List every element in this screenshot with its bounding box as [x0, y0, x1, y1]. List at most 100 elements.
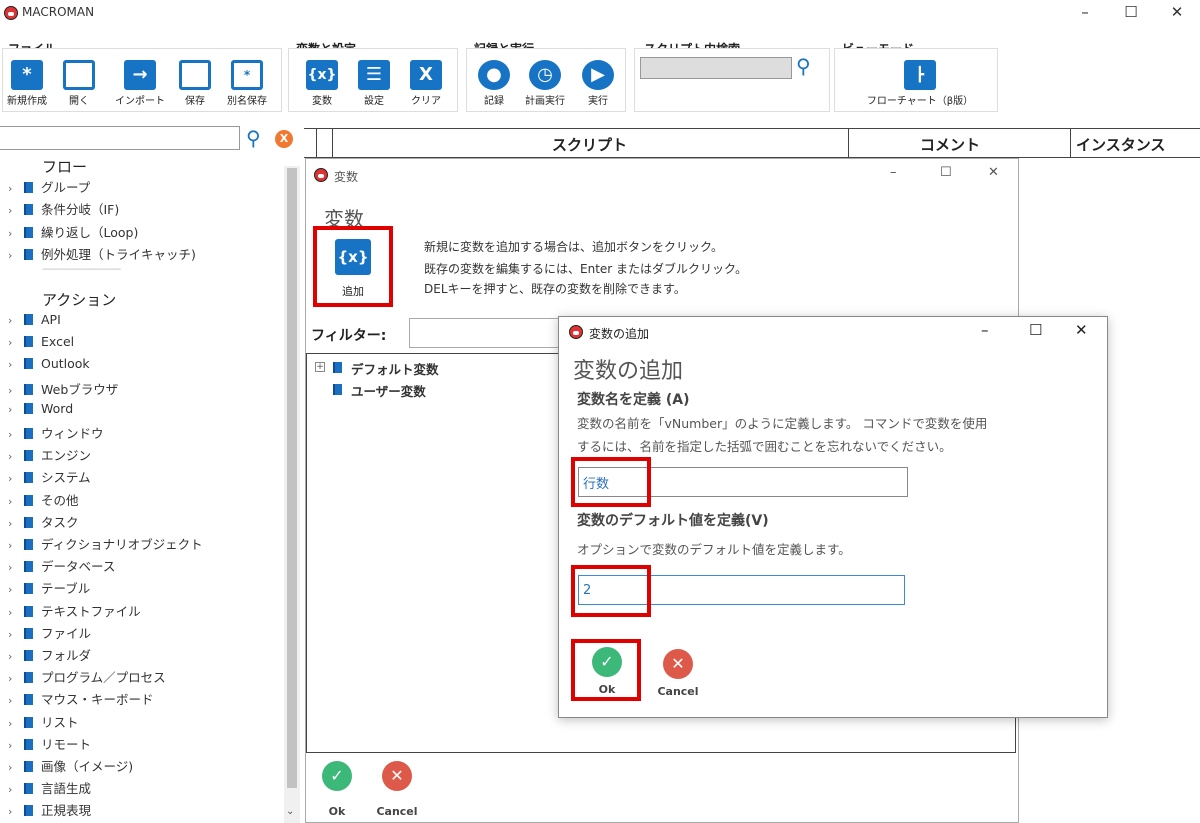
dialog-minimize-icon[interactable]: – — [890, 165, 897, 180]
action-item[interactable]: › リスト — [8, 712, 79, 732]
clear-button[interactable]: X クリア — [406, 60, 446, 107]
action-item[interactable]: › プログラム／プロセス — [8, 667, 166, 687]
chevron-right-icon[interactable]: › — [8, 384, 24, 397]
tree-user-vars[interactable]: ユーザー変数 — [351, 381, 426, 400]
add-dialog-close-icon[interactable]: ✕ — [1075, 321, 1088, 339]
clear-search-icon[interactable]: X — [275, 130, 293, 148]
open-button[interactable]: 開く — [58, 60, 100, 107]
action-item[interactable]: › ファイル — [8, 623, 91, 643]
chevron-right-icon[interactable]: › — [8, 672, 24, 685]
flow-item[interactable]: › 条件分岐（IF) — [8, 199, 119, 219]
col-script[interactable]: スクリプト — [552, 134, 627, 155]
add-dialog-maximize-icon[interactable]: ☐ — [1029, 321, 1042, 339]
add-ok-button[interactable]: ✓ Ok — [589, 647, 625, 696]
flow-item[interactable]: › グループ — [8, 177, 90, 197]
chevron-right-icon[interactable]: › — [8, 739, 24, 752]
dialog-maximize-icon[interactable]: ☐ — [940, 165, 952, 180]
settings-button[interactable]: ☰ 設定 — [356, 60, 392, 107]
action-item[interactable]: › システム — [8, 467, 91, 487]
sidebar-scroll-thumb[interactable] — [287, 168, 297, 788]
action-item[interactable]: › ディクショナリオブジェクト — [8, 534, 203, 554]
chevron-right-icon[interactable]: › — [8, 561, 24, 574]
book-icon — [24, 494, 33, 506]
dialog-logo-icon — [314, 168, 328, 182]
import-button[interactable]: → インポート — [112, 60, 168, 107]
action-item[interactable]: › Word — [8, 401, 73, 421]
action-item[interactable]: › ウィンドウ — [8, 423, 104, 443]
action-item[interactable]: › テキストファイル — [8, 601, 141, 621]
chevron-right-icon[interactable]: › — [8, 249, 24, 262]
chevron-right-icon[interactable]: › — [8, 805, 24, 818]
add-variable-icon[interactable]: {x} — [335, 239, 371, 275]
chevron-right-icon[interactable]: › — [8, 204, 24, 217]
schedule-button[interactable]: ◷ 計画実行 — [520, 60, 570, 107]
chevron-right-icon[interactable]: › — [8, 650, 24, 663]
sidebar-search-icon[interactable]: ⚲ — [246, 126, 261, 150]
book-icon — [24, 561, 33, 573]
action-item[interactable]: › Webブラウザ — [8, 379, 118, 399]
action-item[interactable]: › 言語生成 — [8, 778, 91, 798]
chevron-right-icon[interactable]: › — [8, 783, 24, 796]
add-cancel-button[interactable]: ✕ Cancel — [653, 649, 703, 698]
chevron-right-icon[interactable]: › — [8, 539, 24, 552]
chevron-right-icon[interactable]: › — [8, 495, 24, 508]
chevron-right-icon[interactable]: › — [8, 450, 24, 463]
action-item[interactable]: › テーブル — [8, 578, 90, 598]
chevron-right-icon[interactable]: › — [8, 182, 24, 195]
action-item[interactable]: › エンジン — [8, 445, 91, 465]
action-item[interactable]: › タスク — [8, 512, 79, 532]
chevron-right-icon[interactable]: › — [8, 403, 24, 416]
action-item[interactable]: › その他 — [8, 490, 79, 510]
add-dialog-minimize-icon[interactable]: – — [981, 321, 989, 339]
new-button[interactable]: * 新規作成 — [4, 60, 50, 107]
chevron-right-icon[interactable]: › — [8, 227, 24, 240]
chevron-right-icon[interactable]: › — [8, 472, 24, 485]
chevron-right-icon[interactable]: › — [8, 428, 24, 441]
chevron-right-icon[interactable]: › — [8, 314, 24, 327]
flow-item[interactable]: › 例外処理（トライキャッチ) — [8, 244, 196, 264]
variables-icon: {x} — [306, 60, 338, 90]
action-item[interactable]: › フォルダ — [8, 645, 91, 665]
minimize-icon[interactable]: – — [1062, 0, 1108, 26]
variables-cancel-button[interactable]: ✕ Cancel — [372, 761, 422, 818]
action-item[interactable]: › マウス・キーボード — [8, 689, 154, 709]
variables-ok-button[interactable]: ✓ Ok — [320, 761, 354, 818]
script-search-input[interactable] — [640, 57, 792, 79]
chevron-right-icon[interactable]: › — [8, 517, 24, 530]
chevron-right-icon[interactable]: › — [8, 336, 24, 349]
close-icon[interactable]: ✕ — [1154, 0, 1200, 26]
expand-icon[interactable]: + — [315, 362, 325, 372]
cancel-x-icon: ✕ — [382, 761, 412, 791]
chevron-right-icon[interactable]: › — [8, 606, 24, 619]
run-button[interactable]: ▶ 実行 — [580, 60, 616, 107]
maximize-icon[interactable]: ☐ — [1108, 0, 1154, 26]
action-item[interactable]: › Outlook — [8, 356, 90, 376]
action-item[interactable]: › リモート — [8, 734, 91, 754]
save-button[interactable]: 保存 — [176, 60, 214, 107]
chevron-right-icon[interactable]: › — [8, 694, 24, 707]
chevron-right-icon[interactable]: › — [8, 628, 24, 641]
variables-button[interactable]: {x} 変数 — [304, 60, 340, 107]
action-item[interactable]: › 画像（イメージ) — [8, 756, 133, 776]
dialog-close-icon[interactable]: ✕ — [988, 165, 999, 180]
save-as-button[interactable]: * 別名保存 — [222, 60, 272, 107]
action-item[interactable]: › データベース — [8, 556, 115, 576]
flowchart-button[interactable]: ┣ フローチャート（β版） — [856, 60, 984, 107]
record-button[interactable]: ● 記録 — [476, 60, 512, 107]
action-item[interactable]: › Excel — [8, 334, 74, 354]
col-comment[interactable]: コメント — [920, 134, 980, 155]
chevron-right-icon[interactable]: › — [8, 761, 24, 774]
action-item[interactable]: › API — [8, 312, 61, 332]
chevron-right-icon[interactable]: › — [8, 717, 24, 730]
action-item[interactable]: › 正規表現 — [8, 800, 91, 820]
flow-item[interactable]: › 繰り返し（Loop) — [8, 222, 138, 242]
search-icon[interactable]: ⚲ — [796, 54, 811, 78]
action-item-label: システム — [41, 470, 91, 486]
tree-default-vars[interactable]: デフォルト変数 — [351, 359, 439, 378]
scroll-down-icon[interactable]: ⌄ — [286, 806, 294, 817]
add-variable-button-label[interactable]: 追加 — [342, 283, 364, 299]
col-instance[interactable]: インスタンス — [1076, 134, 1165, 155]
command-search-input[interactable] — [0, 126, 240, 150]
chevron-right-icon[interactable]: › — [8, 583, 24, 596]
chevron-right-icon[interactable]: › — [8, 358, 24, 371]
